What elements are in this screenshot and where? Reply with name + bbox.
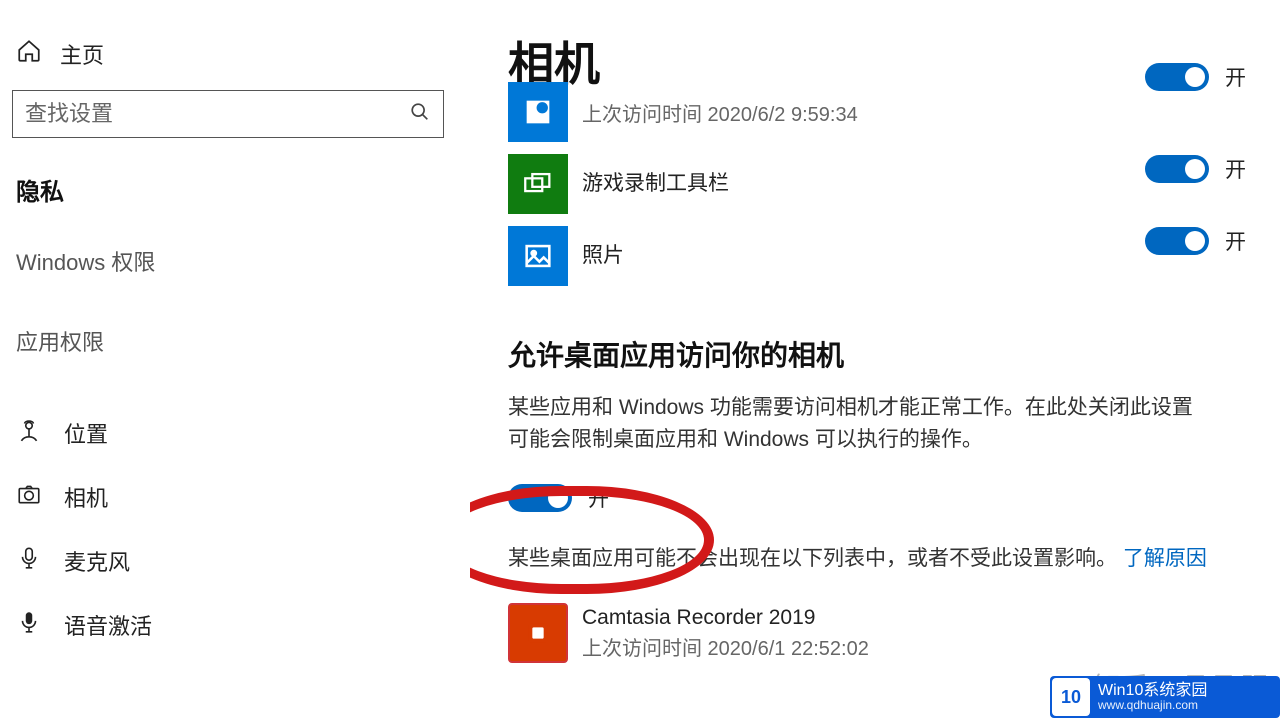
learn-more-link[interactable]: 了解原因 [1123,547,1207,570]
toggle-label: 开 [1225,154,1246,184]
desktop-apps-description: 某些应用和 Windows 功能需要访问相机才能正常工作。在此处关闭此设置可能会… [508,392,1208,455]
app-label: 照片 [582,242,1145,269]
app-toggle[interactable] [1145,227,1209,255]
desktop-access-toggle[interactable] [508,484,572,512]
app-row-gamebar: 游戏录制工具栏 开 [508,154,1282,218]
app-toggle[interactable] [1145,155,1209,183]
app-row-partial: 上次访问时间 2020/6/2 9:59:34 开 [508,82,1282,146]
camera-icon [16,481,42,513]
gamebar-icon [508,154,568,214]
sidebar-item-microphone[interactable]: 麦克风 [12,529,460,593]
app-last-access: 上次访问时间 2020/6/2 9:59:34 [582,98,1145,127]
source-badge: 10 Win10系统家园 www.qdhuajin.com [1050,676,1280,718]
search-input[interactable] [25,101,409,127]
desktop-apps-heading: 允许桌面应用访问你的相机 [508,334,1282,374]
nav-label: 语音激活 [64,609,152,641]
app-last-access: 上次访问时间 2020/6/1 22:52:02 [582,632,1282,661]
sidebar-section-windows-perm: Windows 权限 [12,241,460,321]
sidebar-item-camera[interactable]: 相机 [12,465,460,529]
desktop-apps-note: 某些桌面应用可能不会出现在以下列表中，或者不受此设置影响。 了解原因 [508,543,1208,575]
search-input-wrap[interactable] [12,90,444,138]
home-link[interactable]: 主页 [12,30,460,90]
app-label: 游戏录制工具栏 [582,170,1145,197]
search-icon [409,101,431,128]
badge-title: Win10系统家园 [1098,682,1207,700]
home-label: 主页 [60,38,104,70]
nav-label: 麦克风 [64,545,130,577]
nav-label: 位置 [64,417,108,449]
toggle-label: 开 [1225,226,1246,256]
sidebar-item-voice[interactable]: 语音激活 [12,593,460,657]
app-tile-icon [508,82,568,142]
camtasia-icon [508,603,568,663]
sidebar-section-app-perm: 应用权限 [12,321,460,401]
badge-sub: www.qdhuajin.com [1098,699,1207,712]
microphone-icon [16,545,42,577]
desktop-access-toggle-row: 开 [508,483,1282,513]
app-label: Camtasia Recorder 2019 [582,604,1282,631]
sidebar: 主页 隐私 Windows 权限 应用权限 位置 相机 麦克风 语音激活 [0,0,470,720]
nav-label: 相机 [64,481,108,513]
location-icon [16,417,42,449]
home-icon [16,38,42,70]
voice-icon [16,609,42,641]
sidebar-item-location[interactable]: 位置 [12,401,460,465]
app-toggle[interactable] [1145,63,1209,91]
app-row-photos: 照片 开 [508,226,1282,290]
note-text: 某些桌面应用可能不会出现在以下列表中，或者不受此设置影响。 [508,547,1117,570]
app-row-camtasia: Camtasia Recorder 2019 上次访问时间 2020/6/1 2… [508,603,1282,667]
toggle-label: 开 [588,483,609,513]
toggle-label: 开 [1225,62,1246,92]
badge-icon: 10 [1052,678,1090,716]
main-panel: 相机 上次访问时间 2020/6/2 9:59:34 开 游戏录制工具栏 开 照… [470,0,1282,720]
photos-icon [508,226,568,286]
sidebar-section-privacy: 隐私 [12,166,460,241]
